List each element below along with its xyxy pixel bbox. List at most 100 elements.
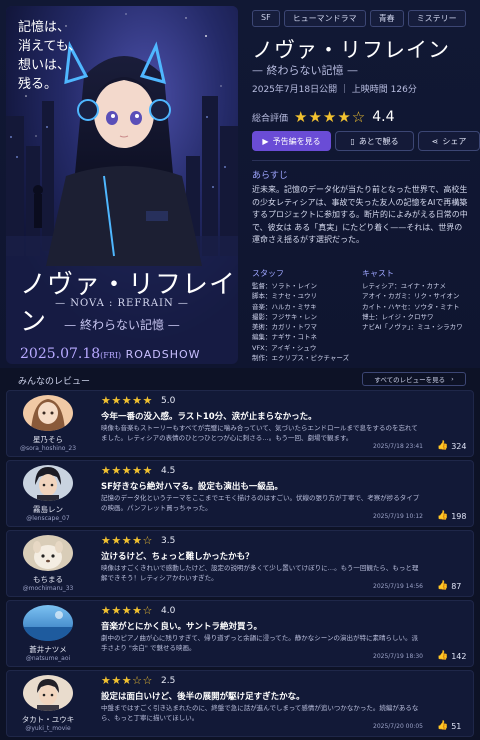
like-count: 198 [451, 511, 467, 521]
cast-item: ナビAI「ノヴァ」：ミユ・シラカワ [362, 323, 463, 332]
like-button[interactable]: 👍 324 [437, 441, 467, 451]
bookmark-icon: ▯ [350, 136, 355, 146]
movie-subtitle: — 終わらない記憶 — [252, 64, 358, 77]
like-count: 87 [451, 581, 462, 591]
share-icon: ⋖ [431, 136, 439, 146]
staff-item: 撮影：フジサキ・レン [252, 312, 317, 321]
review-body: 記憶のデータ化というテーマをここまでエモく描けるのはすごい。伏線の張り方が丁寧で… [101, 494, 420, 512]
reviewer-handle: @yuki_t_movie [25, 725, 71, 732]
genre-tag[interactable]: SF [252, 10, 280, 27]
staff-item: 編集：ナギサ・コトネ [252, 333, 317, 342]
poster-date: 2025.07.18 [20, 346, 101, 362]
review-score: 4.0 [161, 606, 176, 616]
review-card[interactable]: タカト・ユウキ @yuki_t_movie ★★★☆☆ 2.5 設定は面白いけど… [6, 670, 474, 737]
review-title: 今年一番の没入感。ラスト10分、涙が止まらなかった。 [101, 412, 317, 422]
cast-item: 博士：レイジ・クロサワ [362, 312, 434, 321]
action-buttons: ▶ 予告編を見る ▯ あとで観る ⋖ シェア [252, 131, 480, 151]
review-body: 中盤まではすごく引き込まれたのに、終盤で急に話が進んでしまって感情が追いつかなか… [101, 704, 419, 722]
reviewer-handle: @natsume_aoi [25, 655, 71, 662]
reviewer-name: もちまる [33, 575, 63, 584]
watch-trailer-label: 予告編を見る [272, 136, 321, 146]
reviewer-name: 霧島レン [33, 505, 63, 514]
cast-item: カイト・ハヤセ：ソウタ・ミナト [362, 302, 460, 311]
poster-tagline: 記憶は、 消えても、 想いは、 残る。 [18, 18, 81, 94]
poster-tagline-line: 残る。 [18, 77, 58, 92]
avatar[interactable] [23, 465, 73, 501]
poster-tagline-line: 消えても、 [18, 39, 82, 54]
reviewer-handle: @lenscape_07 [26, 515, 70, 522]
reviewer-name: 星乃そら [33, 435, 63, 444]
review-date: 2025/7/20 00:05 [373, 723, 423, 730]
reviewer-name: 蒼井ナツメ [29, 645, 67, 654]
share-button[interactable]: ⋖ シェア [418, 131, 480, 151]
staff-item: VFX：アイギ・シュウ [252, 343, 317, 352]
review-title: SF好きなら絶対ハマる。設定も演出も一級品。 [101, 482, 283, 492]
avatar[interactable] [23, 535, 73, 571]
review-score: 2.5 [161, 676, 176, 686]
review-title: 設定は面白いけど、後半の展開が駆け足すぎたかな。 [101, 692, 305, 702]
avatar[interactable] [23, 675, 73, 711]
play-icon: ▶ [262, 136, 269, 146]
watch-later-button[interactable]: ▯ あとで観る [335, 131, 414, 151]
review-stars: ★★★★★ [101, 464, 153, 477]
avatar[interactable] [23, 395, 73, 431]
see-all-reviews-button[interactable]: すべてのレビューを見る › [362, 372, 466, 386]
review-title: 泣けるけど、ちょっと難しかったかも？ [101, 552, 254, 562]
staff-list: 監督：ソラト・レイン 脚本：ミナセ・ユウリ 音楽：ハルカ・ミサキ 撮影：フジサキ… [252, 281, 358, 363]
rating-label: 総合評価 [252, 113, 289, 124]
movie-poster: 記憶は、 消えても、 想いは、 残る。 ノヴァ・リフレイン — NOVA : R… [6, 6, 238, 364]
like-button[interactable]: 👍 87 [437, 581, 461, 591]
review-card[interactable]: もちまる @mochimaru_33 ★★★★☆ 3.5 泣けるけど、ちょっと難… [6, 530, 474, 597]
like-button[interactable]: 👍 51 [437, 721, 461, 731]
watch-later-label: あとで観る [358, 136, 399, 146]
genre-tag[interactable]: ヒューマンドラマ [283, 10, 366, 27]
staff-item: 美術：カガリ・トワマ [252, 323, 317, 332]
review-list: 星乃そら @sora_hoshino_23 ★★★★★ 5.0 今年一番の没入感… [6, 390, 474, 740]
avatar[interactable] [23, 605, 73, 641]
thumbs-up-icon: 👍 [437, 721, 449, 731]
watch-trailer-button[interactable]: ▶ 予告編を見る [252, 131, 331, 151]
reviewer-handle: @mochimaru_33 [22, 585, 74, 592]
review-score: 3.5 [161, 536, 176, 546]
cast-heading: キャスト [362, 269, 394, 278]
poster-release-date: 2025.07.18(FRI) ROADSHOW [20, 346, 201, 362]
review-card[interactable]: 霧島レン @lenscape_07 ★★★★★ 4.5 SF好きなら絶対ハマる。… [6, 460, 474, 527]
review-stars: ★★★★☆ [101, 534, 153, 547]
review-score: 4.5 [161, 466, 176, 476]
review-date: 2025/7/19 18:30 [373, 653, 423, 660]
rating-stars: ★★★★☆ [294, 108, 367, 126]
review-body: 劇中のピアノ曲が心に残りすぎて、帰り道ずっと余韻に浸ってた。静かなシーンの演出が… [101, 634, 418, 652]
poster-subtitle: — 終わらない記憶 — [64, 318, 180, 332]
reviewer-name: タカト・ユウキ [21, 715, 75, 724]
like-button[interactable]: 👍 198 [437, 511, 467, 521]
like-button[interactable]: 👍 142 [437, 651, 467, 661]
staff-item: 脚本：ミナセ・ユウリ [252, 292, 317, 301]
synopsis-heading: あらすじ [252, 171, 288, 181]
thumbs-up-icon: 👍 [437, 441, 449, 451]
movie-header: 記憶は、 消えても、 想いは、 残る。 ノヴァ・リフレイン — NOVA : R… [0, 0, 480, 368]
genre-tag[interactable]: 青春 [369, 10, 404, 27]
staff-item: 監督：ソラト・レイン [252, 282, 317, 290]
like-count: 142 [451, 651, 467, 661]
staff-heading: スタッフ [252, 269, 284, 278]
cast-list: レティシア：ユイナ・カナメ アオイ・カガミ：リク・サイオン カイト・ハヤセ：ソウ… [362, 281, 474, 332]
poster-date-day: (FRI) [100, 351, 122, 360]
review-card[interactable]: 蒼井ナツメ @natsume_aoi ★★★★☆ 4.0 音楽がとにかく良い。サ… [6, 600, 474, 667]
review-date: 2025/7/19 14:56 [373, 583, 423, 590]
review-stars: ★★★★☆ [101, 604, 153, 617]
overall-rating: 総合評価 ★★★★☆ 4.4 [252, 108, 395, 126]
poster-roadshow: ROADSHOW [125, 348, 201, 361]
review-title: 音楽がとにかく良い。サントラ絶対買う。 [101, 622, 262, 632]
genre-tag[interactable]: ミステリー [407, 10, 466, 27]
reviewer-handle: @sora_hoshino_23 [19, 445, 77, 452]
share-label: シェア [442, 136, 467, 146]
thumbs-up-icon: 👍 [437, 651, 449, 661]
review-stars: ★★★☆☆ [101, 674, 153, 687]
poster-tagline-line: 想いは、 [18, 58, 71, 73]
staff-item: 音楽：ハルカ・ミサキ [252, 302, 317, 311]
thumbs-up-icon: 👍 [437, 511, 449, 521]
review-card[interactable]: 星乃そら @sora_hoshino_23 ★★★★★ 5.0 今年一番の没入感… [6, 390, 474, 457]
chevron-right-icon: › [451, 375, 454, 383]
cast-item: レティシア：ユイナ・カナメ [362, 282, 446, 290]
divider [252, 160, 470, 161]
